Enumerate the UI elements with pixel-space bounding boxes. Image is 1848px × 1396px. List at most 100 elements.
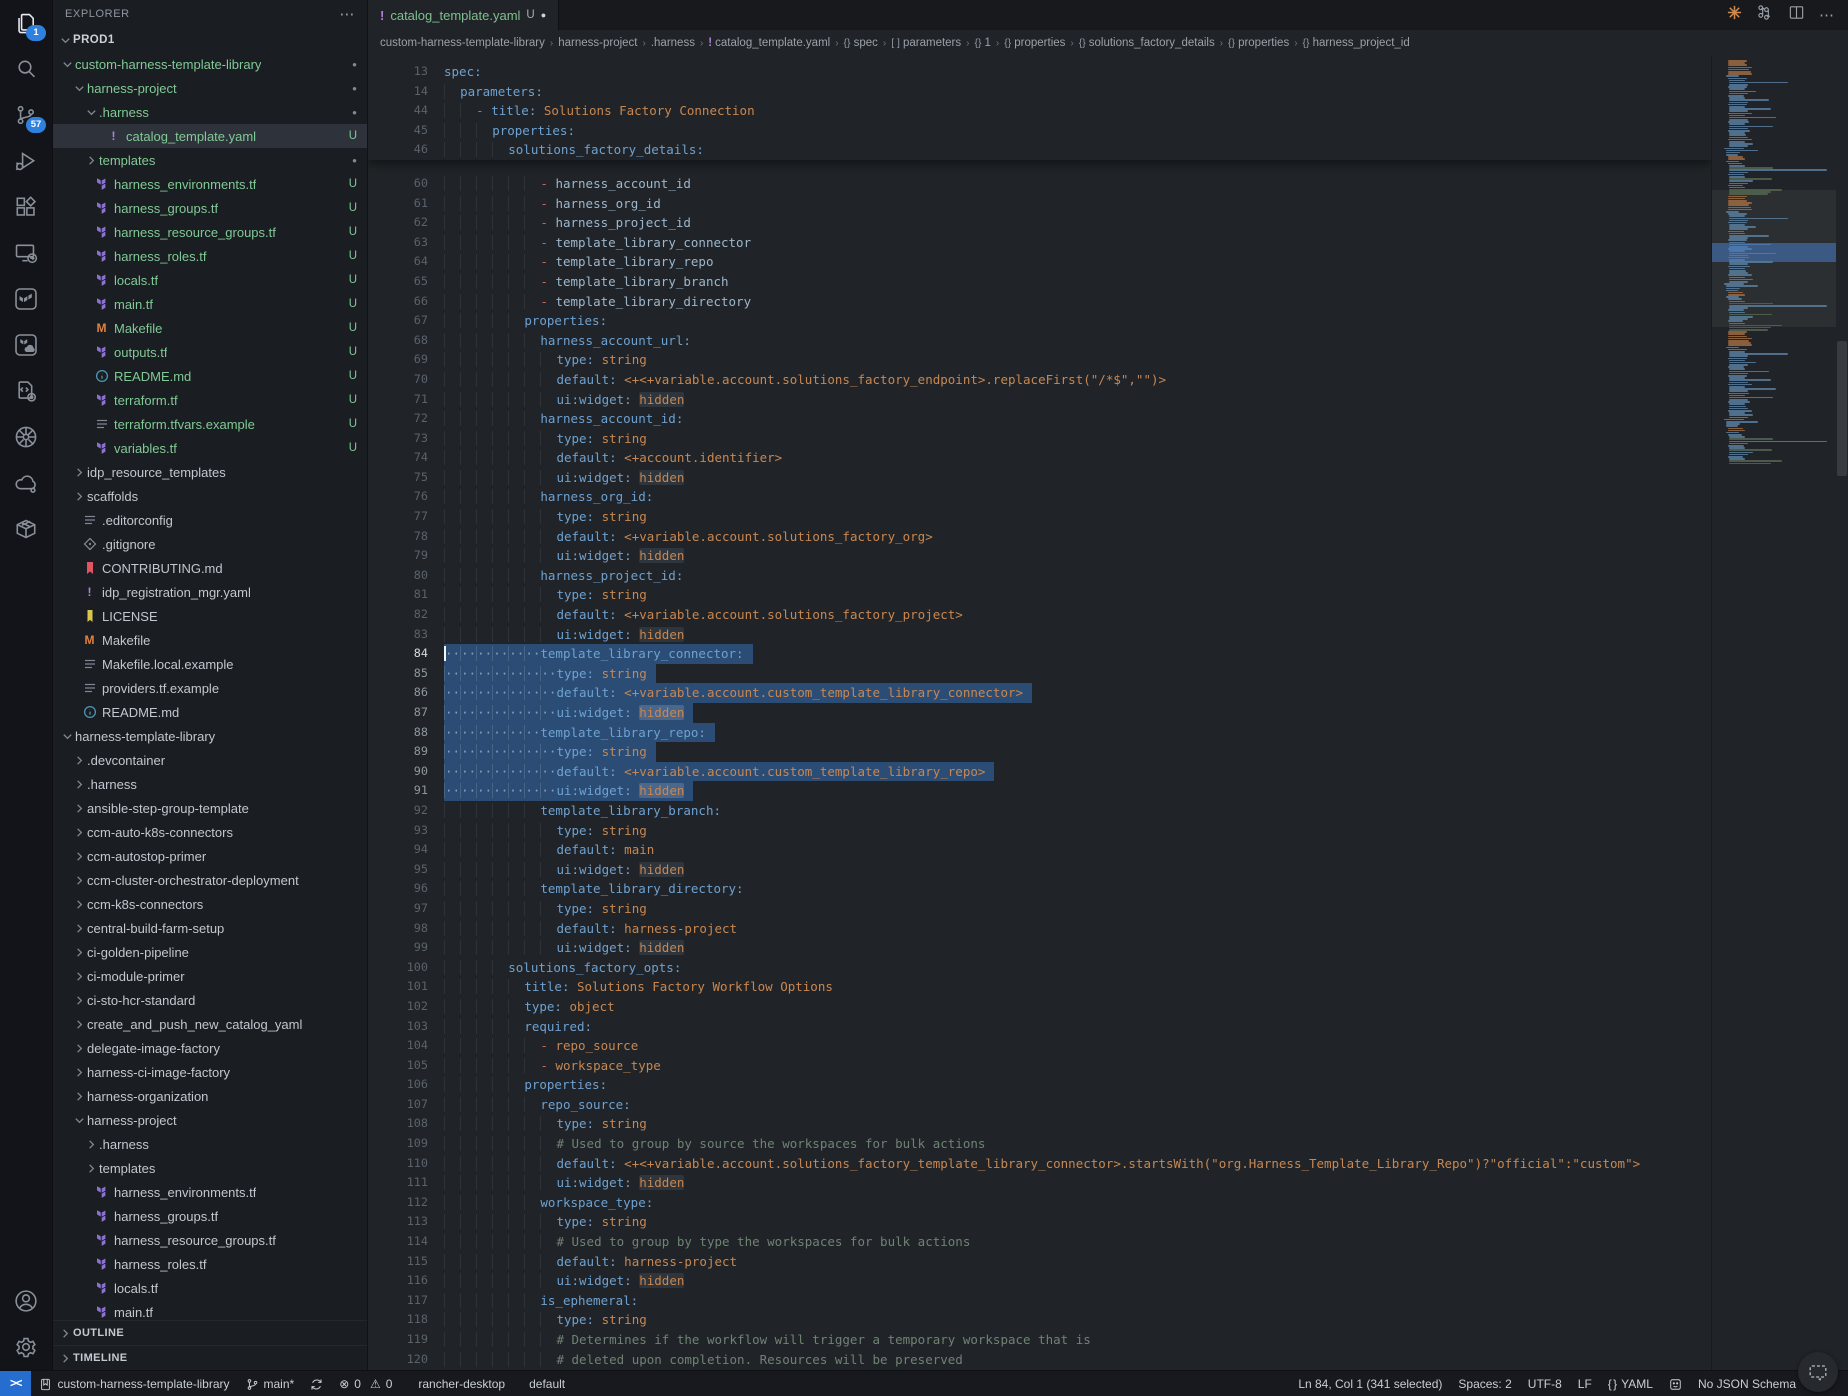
code-line-71[interactable]: 71 ui:widget: hidden [368, 390, 1711, 410]
tree-file-LICENSE[interactable]: LICENSE [53, 604, 367, 628]
extensions-icon[interactable] [0, 184, 52, 230]
code-line-65[interactable]: 65 - template_library_branch [368, 272, 1711, 292]
tree-folder-.harness[interactable]: .harness [53, 772, 367, 796]
tree-folder-ansible-step-group-template[interactable]: ansible-step-group-template [53, 796, 367, 820]
breadcrumb-item[interactable]: .harness [651, 37, 695, 49]
code-line-13[interactable]: 13spec: [368, 62, 1711, 82]
code-line-80[interactable]: 80 harness_project_id: [368, 566, 1711, 586]
code-line-97[interactable]: 97 type: string [368, 899, 1711, 919]
code-line-109[interactable]: 109 # Used to group by source the worksp… [368, 1134, 1711, 1154]
code-line-60[interactable]: 60 - harness_account_id [368, 174, 1711, 194]
breadcrumb-item[interactable]: !catalog_template.yaml [708, 37, 830, 49]
terraform-cloud-icon[interactable] [0, 322, 52, 368]
outline-section[interactable]: OUTLINE [53, 1320, 367, 1345]
code-line-45[interactable]: 45 properties: [368, 121, 1711, 141]
code-line-70[interactable]: 70 default: <+<+variable.account.solutio… [368, 370, 1711, 390]
breadcrumb-item[interactable]: {}properties [1004, 37, 1065, 49]
code-line-82[interactable]: 82 default: <+variable.account.solutions… [368, 605, 1711, 625]
code-line-84[interactable]: 84············template_library_connector… [368, 644, 1711, 664]
cloud-icon[interactable] [0, 460, 52, 506]
tree-file-Makefile.local.example[interactable]: Makefile.local.example [53, 652, 367, 676]
code-line-69[interactable]: 69 type: string [368, 350, 1711, 370]
tree-file-outputs.tf[interactable]: outputs.tfU [53, 340, 367, 364]
container-icon[interactable] [0, 506, 52, 552]
code-line-115[interactable]: 115 default: harness-project [368, 1252, 1711, 1272]
git-compare-icon[interactable] [1757, 4, 1774, 26]
feedback-icon[interactable] [1661, 1371, 1690, 1396]
repo-indicator[interactable]: custom-harness-template-library [31, 1371, 237, 1396]
tree-file-providers.tf.example[interactable]: providers.tf.example [53, 676, 367, 700]
remote-explorer-icon[interactable] [0, 230, 52, 276]
problems-indicator[interactable]: ⊗0 ⚠0 [331, 1371, 400, 1396]
tree-folder-central-build-farm-setup[interactable]: central-build-farm-setup [53, 916, 367, 940]
tree-file-locals.tf[interactable]: locals.tf [53, 1276, 367, 1300]
code-line-89[interactable]: 89··············type: string [368, 742, 1711, 762]
code-line-72[interactable]: 72 harness_account_id: [368, 409, 1711, 429]
tree-file-harness_roles.tf[interactable]: harness_roles.tfU [53, 244, 367, 268]
sync-button[interactable] [302, 1371, 331, 1396]
tree-folder-ci-sto-hcr-standard[interactable]: ci-sto-hcr-standard [53, 988, 367, 1012]
eol-indicator[interactable]: LF [1570, 1371, 1600, 1396]
code-line-104[interactable]: 104 - repo_source [368, 1036, 1711, 1056]
tree-folder-ci-golden-pipeline[interactable]: ci-golden-pipeline [53, 940, 367, 964]
editor-more-icon[interactable]: ⋯ [1819, 6, 1834, 24]
tree-file-harness_roles.tf[interactable]: harness_roles.tf [53, 1252, 367, 1276]
code-line-98[interactable]: 98 default: harness-project [368, 919, 1711, 939]
code-line-46[interactable]: 46 solutions_factory_details: [368, 140, 1711, 160]
code-line-120[interactable]: 120 # deleted upon completion. Resources… [368, 1350, 1711, 1370]
code-line-62[interactable]: 62 - harness_project_id [368, 213, 1711, 233]
source-control-icon[interactable]: 57 [0, 92, 52, 138]
code-line-74[interactable]: 74 default: <+account.identifier> [368, 448, 1711, 468]
profile-indicator[interactable]: default [521, 1371, 573, 1396]
code-line-100[interactable]: 100 solutions_factory_opts: [368, 958, 1711, 978]
code-line-102[interactable]: 102 type: object [368, 997, 1711, 1017]
code-line-118[interactable]: 118 type: string [368, 1310, 1711, 1330]
tree-file-README.md[interactable]: README.mdU [53, 364, 367, 388]
tree-folder-harness-template-library[interactable]: harness-template-library [53, 724, 367, 748]
code-line-76[interactable]: 76 harness_org_id: [368, 487, 1711, 507]
tree-folder-harness-project[interactable]: harness-project [53, 1108, 367, 1132]
breadcrumb-item[interactable]: {}harness_project_id [1303, 37, 1410, 49]
tab-dirty-indicator[interactable]: ● [541, 10, 546, 20]
code-line-83[interactable]: 83 ui:widget: hidden [368, 625, 1711, 645]
tree-file-terraform.tfvars.example[interactable]: terraform.tfvars.exampleU [53, 412, 367, 436]
code-line-111[interactable]: 111 ui:widget: hidden [368, 1173, 1711, 1193]
code-line-61[interactable]: 61 - harness_org_id [368, 194, 1711, 214]
tree-file-main.tf[interactable]: main.tfU [53, 292, 367, 316]
encoding-indicator[interactable]: UTF-8 [1520, 1371, 1570, 1396]
branch-indicator[interactable]: main* [238, 1371, 303, 1396]
remote-indicator[interactable]: >< [0, 1371, 31, 1396]
code-line-79[interactable]: 79 ui:widget: hidden [368, 546, 1711, 566]
code-line-87[interactable]: 87··············ui:widget: hidden [368, 703, 1711, 723]
cursor-position[interactable]: Ln 84, Col 1 (341 selected) [1290, 1371, 1450, 1396]
code-line-66[interactable]: 66 - template_library_directory [368, 292, 1711, 312]
code-line-95[interactable]: 95 ui:widget: hidden [368, 860, 1711, 880]
code-line-94[interactable]: 94 default: main [368, 840, 1711, 860]
tree-folder-ccm-autostop-primer[interactable]: ccm-autostop-primer [53, 844, 367, 868]
tree-file-harness_resource_groups.tf[interactable]: harness_resource_groups.tfU [53, 220, 367, 244]
code-line-86[interactable]: 86··············default: <+variable.acco… [368, 683, 1711, 703]
code-line-77[interactable]: 77 type: string [368, 507, 1711, 527]
language-mode[interactable]: { } YAML [1600, 1371, 1661, 1396]
kubernetes-icon[interactable] [0, 414, 52, 460]
code-line-99[interactable]: 99 ui:widget: hidden [368, 938, 1711, 958]
tree-folder-harness-ci-image-factory[interactable]: harness-ci-image-factory [53, 1060, 367, 1084]
tree-file-.gitignore[interactable]: .gitignore [53, 532, 367, 556]
code-line-91[interactable]: 91··············ui:widget: hidden [368, 781, 1711, 801]
tree-file-harness_groups.tf[interactable]: harness_groups.tfU [53, 196, 367, 220]
tree-folder-custom-harness-template-library[interactable]: custom-harness-template-library● [53, 52, 367, 76]
tree-folder-ci-module-primer[interactable]: ci-module-primer [53, 964, 367, 988]
tree-file-Makefile[interactable]: MMakefile [53, 628, 367, 652]
minimap[interactable] [1711, 56, 1848, 1370]
code-editor[interactable]: 13spec:14 parameters:44 - title: Solutio… [368, 56, 1711, 1370]
tree-file-locals.tf[interactable]: locals.tfU [53, 268, 367, 292]
code-line-92[interactable]: 92 template_library_branch: [368, 801, 1711, 821]
code-line-14[interactable]: 14 parameters: [368, 82, 1711, 102]
more-actions-icon[interactable]: ⋯ [339, 5, 355, 23]
code-line-88[interactable]: 88············template_library_repo: [368, 723, 1711, 743]
code-line-81[interactable]: 81 type: string [368, 585, 1711, 605]
tree-folder-ccm-cluster-orchestrator-deployment[interactable]: ccm-cluster-orchestrator-deployment [53, 868, 367, 892]
code-line-116[interactable]: 116 ui:widget: hidden [368, 1271, 1711, 1291]
tree-file-README.md[interactable]: README.md [53, 700, 367, 724]
indentation-indicator[interactable]: Spaces: 2 [1450, 1371, 1519, 1396]
